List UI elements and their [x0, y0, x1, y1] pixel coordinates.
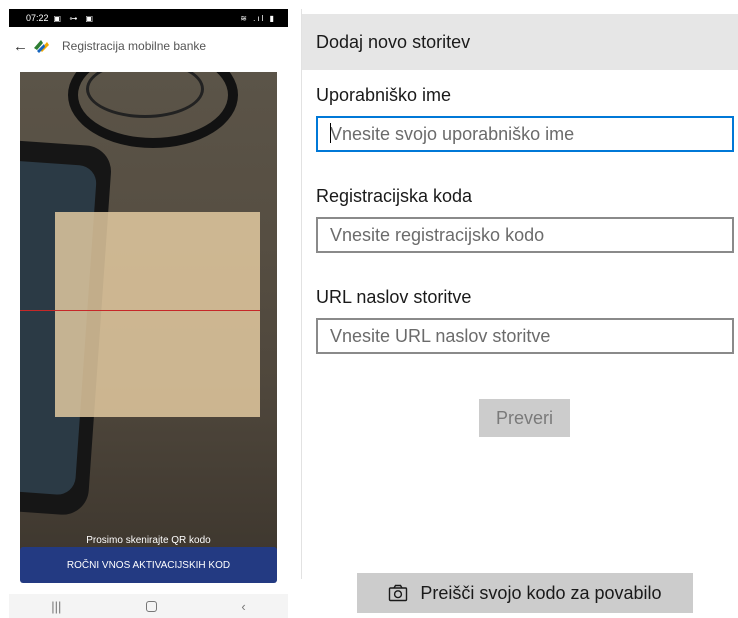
registration-code-label: Registracijska koda	[316, 186, 473, 206]
scan-invite-code-button[interactable]: Preišči svojo kodo za povabilo	[357, 573, 693, 613]
check-button[interactable]: Preveri	[479, 399, 570, 437]
android-nav-bar: ||| ‹	[9, 594, 288, 618]
mobile-screenshot: 07:22 ▣ ⊶ ▣ ≋ .ıl ▮ ← Registracija mobil…	[9, 9, 288, 618]
nav-back-button[interactable]: ‹	[241, 599, 245, 614]
scan-hint: Prosimo skenirajte QR kodo	[86, 535, 211, 546]
back-arrow-icon[interactable]: ←	[13, 38, 28, 55]
page-title: Dodaj novo storitev	[316, 31, 471, 52]
scan-invite-label: Preišči svojo kodo za povabilo	[420, 582, 662, 603]
app-title: Registracija mobilne banke	[62, 39, 207, 53]
recents-button[interactable]: |||	[51, 599, 61, 614]
service-url-input[interactable]	[316, 318, 734, 354]
service-url-label: URL naslov storitve	[316, 287, 472, 307]
status-time: 07:22	[26, 13, 49, 23]
username-label: Uporabniško ime	[316, 85, 452, 105]
signal-battery-icons: ≋ .ıl ▮	[240, 13, 276, 23]
form-header: Dodaj novo storitev	[302, 14, 738, 70]
camera-icon	[389, 584, 408, 602]
app-bar: ← Registracija mobilne banke	[9, 27, 288, 65]
scan-line	[55, 310, 260, 311]
manual-entry-button[interactable]: ROČNI VNOS AKTIVACIJSKIH KOD	[20, 547, 277, 583]
home-button[interactable]	[145, 600, 157, 612]
qr-scan-frame	[55, 212, 260, 417]
camera-viewfinder: Prosimo skenirajte QR kodo	[20, 72, 277, 550]
panel-divider	[301, 9, 302, 579]
registration-code-input[interactable]	[316, 217, 734, 253]
bank-logo-icon	[34, 40, 49, 53]
scan-line-left	[20, 310, 55, 311]
username-input[interactable]	[316, 116, 734, 152]
notification-icons: ▣ ⊶ ▣	[53, 13, 97, 23]
text-caret	[330, 123, 331, 143]
status-bar: 07:22 ▣ ⊶ ▣ ≋ .ıl ▮	[9, 9, 288, 27]
